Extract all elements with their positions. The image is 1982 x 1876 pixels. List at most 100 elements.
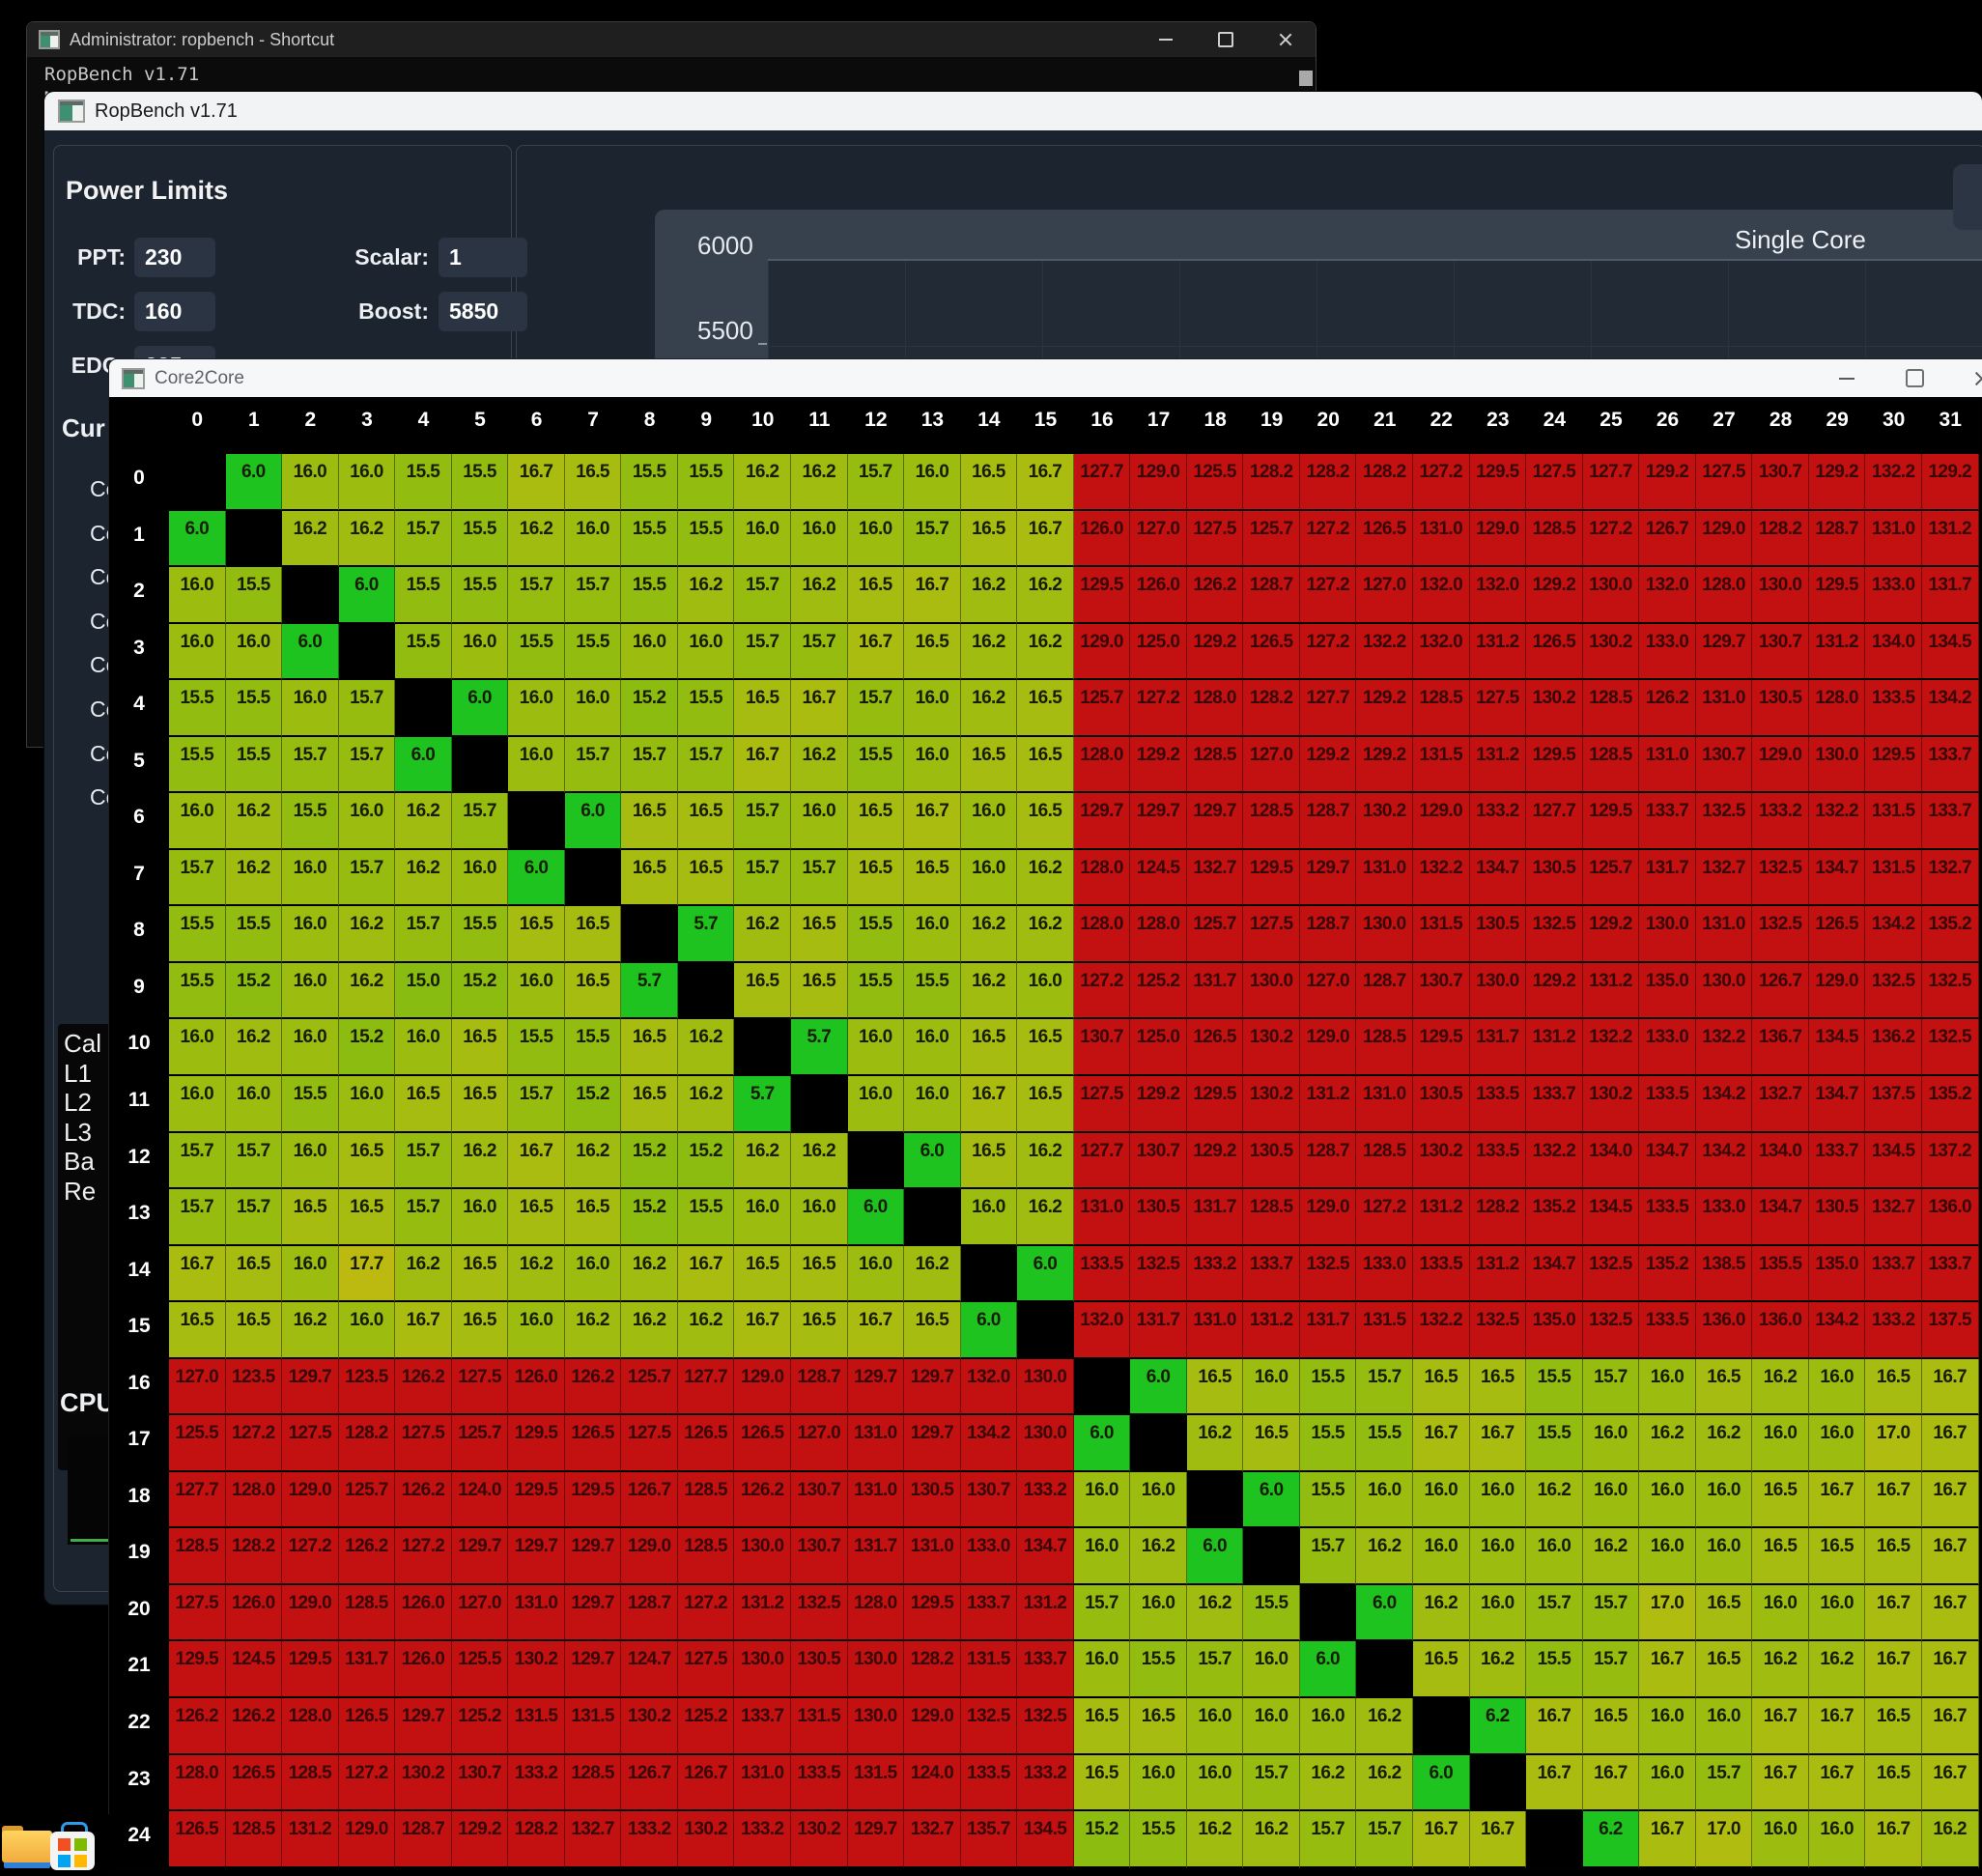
ropbench-titlebar[interactable]: RopBench v1.71 — [44, 92, 1982, 130]
maximize-button[interactable] — [1895, 359, 1934, 397]
matrix-cell: 16.7 — [734, 1302, 791, 1359]
matrix-cell: 125.2 — [678, 1698, 735, 1755]
matrix-cell: 129.2 — [1187, 1133, 1244, 1190]
matrix-cell: 16.0 — [339, 1076, 396, 1133]
ppt-input[interactable]: 230 — [134, 238, 215, 277]
matrix-cell: 131.5 — [848, 1755, 905, 1812]
matrix-cell: 16.0 — [282, 680, 339, 737]
matrix-cell: 126.2 — [565, 1359, 622, 1416]
matrix-cell: 129.7 — [508, 1528, 565, 1585]
matrix-cell: 124.0 — [904, 1755, 961, 1812]
matrix-cell: 125.7 — [1074, 680, 1131, 737]
minimize-button[interactable] — [1136, 22, 1196, 57]
matrix-cell: 129.2 — [1130, 1076, 1187, 1133]
terminal-scrollbar[interactable] — [1299, 71, 1313, 86]
matrix-cell: 15.5 — [1526, 1415, 1583, 1472]
cache-result-line: Ba — [64, 1147, 101, 1177]
matrix-cell: 128.0 — [226, 1472, 283, 1529]
matrix-cell: 16.5 — [1865, 1528, 1922, 1585]
matrix-cell: 133.0 — [961, 1528, 1018, 1585]
matrix-cell: 133.0 — [1865, 567, 1922, 624]
minimize-button[interactable] — [1827, 359, 1866, 397]
matrix-cell: 128.5 — [1583, 737, 1640, 794]
matrix-cell: 129.2 — [452, 1811, 509, 1868]
close-button[interactable] — [1256, 22, 1316, 57]
boost-input[interactable]: 5850 — [439, 292, 527, 331]
matrix-cell: 16.0 — [1413, 1472, 1470, 1529]
matrix-cell: 131.2 — [1017, 1585, 1074, 1642]
matrix-cell: 135.0 — [1639, 963, 1696, 1020]
matrix-cell: 15.7 — [1300, 1811, 1357, 1868]
matrix-cell: 15.5 — [621, 454, 678, 511]
matrix-cell: 127.5 — [395, 1415, 452, 1472]
partial-button[interactable] — [1953, 164, 1982, 230]
matrix-cell: 16.2 — [678, 1019, 735, 1076]
matrix-cell: 131.2 — [1243, 1302, 1300, 1359]
matrix-cell: 15.7 — [621, 737, 678, 794]
matrix-cell: 132.0 — [1639, 567, 1696, 624]
terminal-titlebar[interactable]: Administrator: ropbench - Shortcut — [27, 22, 1316, 57]
matrix-cell: 131.7 — [339, 1641, 396, 1698]
matrix-cell: 132.2 — [1356, 624, 1413, 681]
matrix-col-header: 2 — [282, 399, 339, 454]
tdc-input[interactable]: 160 — [134, 292, 215, 331]
matrix-cell: 127.0 — [169, 1359, 226, 1416]
matrix-cell: 133.2 — [1017, 1755, 1074, 1812]
matrix-cell: 128.5 — [678, 1472, 735, 1529]
matrix-cell: 16.0 — [339, 1302, 396, 1359]
scalar-input[interactable]: 1 — [439, 238, 527, 277]
maximize-button[interactable] — [1196, 22, 1256, 57]
matrix-cell: 16.2 — [734, 1133, 791, 1190]
matrix-cell — [1017, 1302, 1074, 1359]
matrix-cell: 134.7 — [1639, 1133, 1696, 1190]
file-explorer-icon[interactable] — [2, 1826, 52, 1868]
matrix-cell: 127.0 — [452, 1585, 509, 1642]
matrix-cell: 127.7 — [678, 1359, 735, 1416]
matrix-cell: 16.7 — [1865, 1472, 1922, 1529]
terminal-icon — [39, 30, 60, 49]
matrix-cell: 16.2 — [395, 850, 452, 907]
matrix-cell: 127.7 — [1583, 454, 1640, 511]
matrix-cell: 127.2 — [226, 1415, 283, 1472]
matrix-cell: 16.5 — [1187, 1359, 1244, 1416]
matrix-cell: 128.0 — [848, 1585, 905, 1642]
matrix-cell: 137.2 — [1922, 1133, 1979, 1190]
close-button[interactable] — [1963, 359, 1982, 397]
matrix-cell: 16.2 — [508, 1246, 565, 1303]
matrix-cell: 131.2 — [1583, 963, 1640, 1020]
matrix-cell: 15.5 — [452, 511, 509, 568]
matrix-cell: 127.2 — [1300, 511, 1357, 568]
matrix-cell: 130.0 — [1752, 567, 1809, 624]
matrix-cell: 131.7 — [1470, 1019, 1527, 1076]
matrix-cell — [621, 906, 678, 963]
matrix-cell: 135.5 — [1752, 1246, 1809, 1303]
core2core-titlebar[interactable]: Core2Core — [109, 359, 1982, 397]
matrix-cell: 15.7 — [395, 1189, 452, 1246]
matrix-cell: 132.5 — [1752, 850, 1809, 907]
matrix-cell: 129.7 — [565, 1528, 622, 1585]
matrix-cell: 127.5 — [1074, 1076, 1131, 1133]
matrix-cell: 16.7 — [1526, 1698, 1583, 1755]
matrix-cell: 16.2 — [1130, 1528, 1187, 1585]
matrix-cell — [1300, 1585, 1357, 1642]
matrix-cell: 132.5 — [1300, 1246, 1357, 1303]
cache-result-line: Cal — [64, 1029, 101, 1059]
matrix-cell: 16.0 — [791, 793, 848, 850]
matrix-cell: 132.5 — [1583, 1246, 1640, 1303]
matrix-cell: 15.7 — [395, 511, 452, 568]
matrix-cell: 136.0 — [1922, 1189, 1979, 1246]
matrix-cell: 16.5 — [1752, 1472, 1809, 1529]
matrix-cell: 125.7 — [1187, 906, 1244, 963]
matrix-cell: 130.5 — [1470, 906, 1527, 963]
matrix-cell: 128.0 — [1187, 680, 1244, 737]
matrix-cell: 135.2 — [1922, 906, 1979, 963]
matrix-cell: 16.7 — [1413, 1415, 1470, 1472]
matrix-cell: 16.2 — [226, 793, 283, 850]
matrix-cell: 125.7 — [339, 1472, 396, 1529]
matrix-cell: 15.7 — [1187, 1641, 1244, 1698]
matrix-cell: 16.0 — [1470, 1585, 1527, 1642]
matrix-cell: 16.7 — [508, 1133, 565, 1190]
microsoft-store-icon[interactable] — [50, 1822, 95, 1870]
matrix-cell: 129.2 — [1356, 680, 1413, 737]
matrix-cell: 15.7 — [734, 567, 791, 624]
